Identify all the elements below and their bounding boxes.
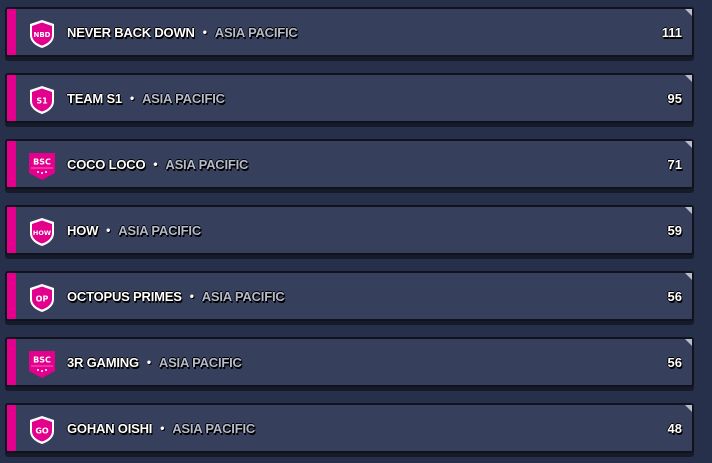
team-region: ASIA PACIFIC xyxy=(201,288,285,304)
team-row[interactable]: OP OCTOPUS PRIMES • ASIA PACIFIC 56 xyxy=(5,271,694,321)
team-score: 48 xyxy=(667,420,682,436)
team-score: 95 xyxy=(667,90,682,106)
svg-text:OP: OP xyxy=(36,295,49,304)
separator-dot: • xyxy=(146,355,151,369)
team-row[interactable]: NBD NEVER BACK DOWN • ASIA PACIFIC 111 xyxy=(5,7,694,57)
team-row[interactable]: HOW HOW • ASIA PACIFIC 59 xyxy=(5,205,694,255)
svg-text:BSC: BSC xyxy=(33,158,51,167)
team-name: 3R GAMING xyxy=(67,354,139,370)
team-badge-icon: BSC xyxy=(27,151,57,181)
team-name: TEAM S1 xyxy=(67,90,122,106)
svg-text:NBD: NBD xyxy=(33,31,50,39)
team-info: GOHAN OISHI • ASIA PACIFIC xyxy=(67,405,255,451)
team-badge-icon: HOW xyxy=(27,217,57,247)
leaderboard-list: NBD NEVER BACK DOWN • ASIA PACIFIC 111 S… xyxy=(0,0,712,463)
team-region: ASIA PACIFIC xyxy=(158,354,242,370)
team-name: COCO LOCO xyxy=(67,156,146,172)
team-name: NEVER BACK DOWN xyxy=(67,24,195,40)
separator-dot: • xyxy=(153,157,158,171)
team-badge-icon: NBD xyxy=(27,19,57,49)
separator-dot: • xyxy=(106,223,111,237)
team-score: 71 xyxy=(667,156,682,172)
team-info: COCO LOCO • ASIA PACIFIC xyxy=(67,141,248,187)
team-info: TEAM S1 • ASIA PACIFIC xyxy=(67,75,225,121)
team-score: 56 xyxy=(667,288,682,304)
team-region: ASIA PACIFIC xyxy=(172,420,256,436)
team-name: GOHAN OISHI xyxy=(67,420,153,436)
team-row[interactable]: BSC 3R GAMING • ASIA PACIFIC 56 xyxy=(5,337,694,387)
team-region: ASIA PACIFIC xyxy=(141,90,225,106)
team-row[interactable]: S1 TEAM S1 • ASIA PACIFIC 95 xyxy=(5,73,694,123)
svg-text:GO: GO xyxy=(35,427,49,436)
team-region: ASIA PACIFIC xyxy=(214,24,298,40)
team-badge-icon: OP xyxy=(27,283,57,313)
team-name: OCTOPUS PRIMES xyxy=(67,288,182,304)
team-row[interactable]: BSC COCO LOCO • ASIA PACIFIC 71 xyxy=(5,139,694,189)
team-score: 111 xyxy=(661,24,682,40)
team-info: 3R GAMING • ASIA PACIFIC xyxy=(67,339,242,385)
separator-dot: • xyxy=(202,25,207,39)
separator-dot: • xyxy=(129,91,134,105)
team-info: HOW • ASIA PACIFIC xyxy=(67,207,201,253)
separator-dot: • xyxy=(160,421,165,435)
team-info: NEVER BACK DOWN • ASIA PACIFIC xyxy=(67,9,298,55)
team-badge-icon: S1 xyxy=(27,85,57,115)
team-badge-icon: GO xyxy=(27,415,57,445)
team-score: 59 xyxy=(667,222,682,238)
svg-text:BSC: BSC xyxy=(33,356,51,365)
team-region: ASIA PACIFIC xyxy=(165,156,249,172)
team-name: HOW xyxy=(67,222,99,238)
separator-dot: • xyxy=(189,289,194,303)
team-badge-icon: BSC xyxy=(27,349,57,379)
svg-text:S1: S1 xyxy=(36,97,48,106)
team-region: ASIA PACIFIC xyxy=(118,222,202,238)
team-info: OCTOPUS PRIMES • ASIA PACIFIC xyxy=(67,273,285,319)
team-score: 56 xyxy=(667,354,682,370)
svg-text:HOW: HOW xyxy=(33,229,51,237)
team-row[interactable]: GO GOHAN OISHI • ASIA PACIFIC 48 xyxy=(5,403,694,453)
